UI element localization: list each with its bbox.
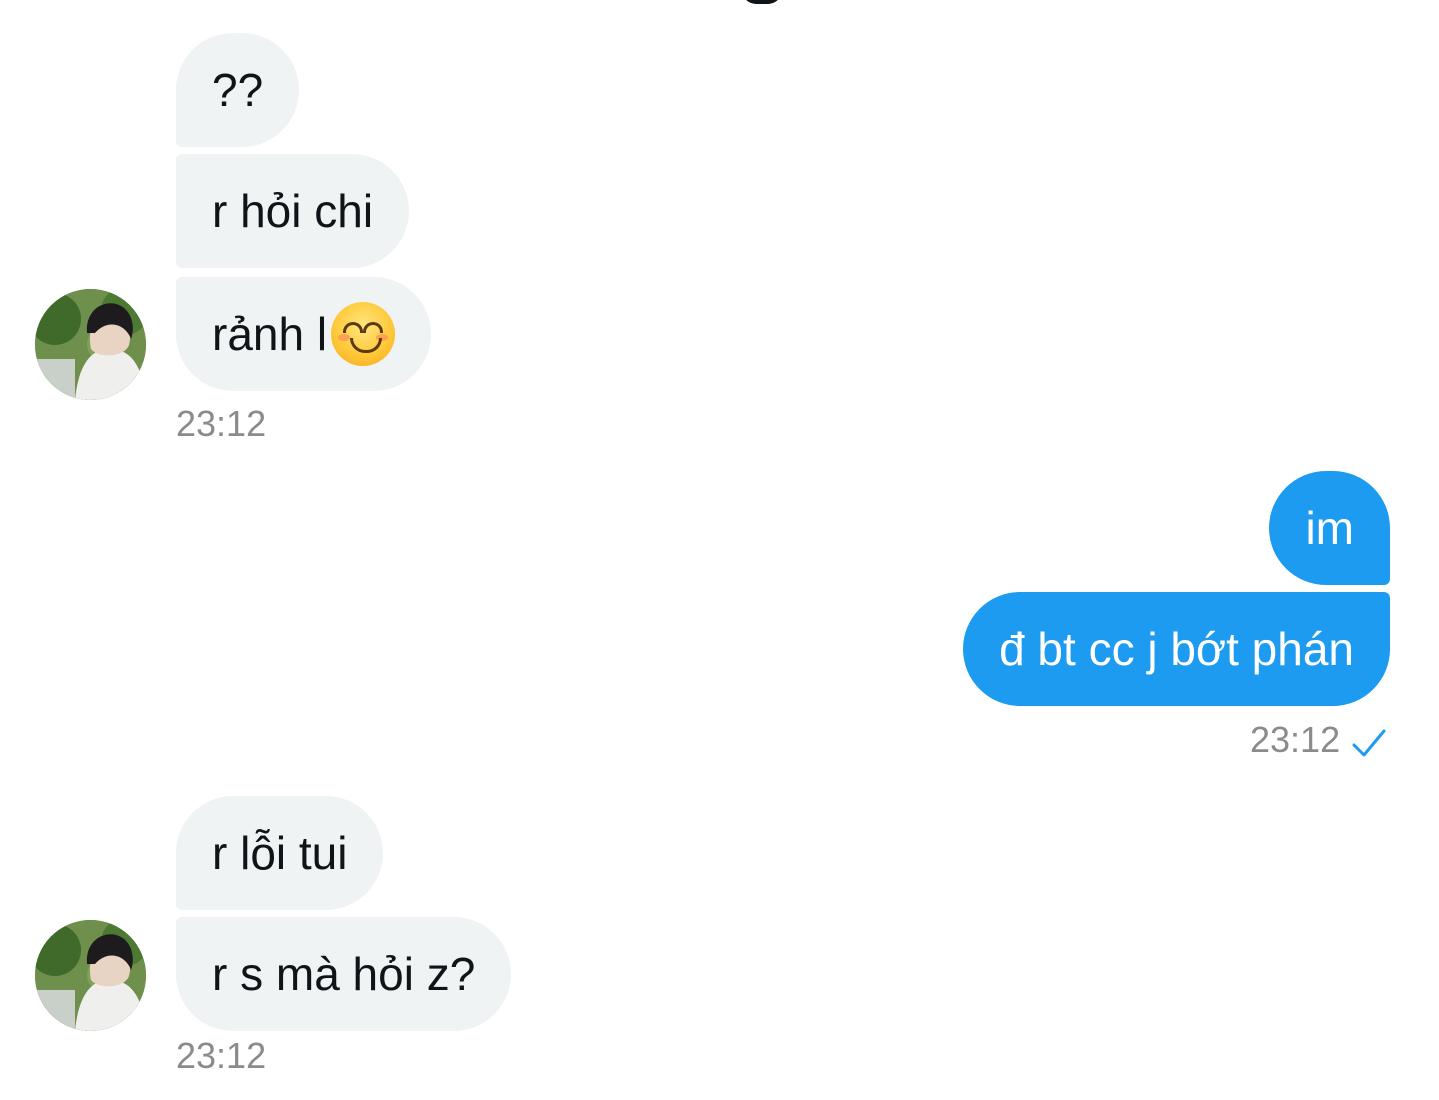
sender-avatar[interactable] — [35, 289, 146, 400]
outgoing-message-bubble[interactable]: đ bt cc j bớt phán — [963, 592, 1390, 706]
sent-check-icon — [1352, 729, 1386, 757]
incoming-message-bubble[interactable]: r hỏi chi — [176, 154, 410, 268]
message-timestamp: 23:12 — [1250, 719, 1341, 760]
outgoing-message-bubble[interactable]: im — [1269, 471, 1390, 585]
avatar-photo-icon — [35, 920, 146, 1031]
message-text: ?? — [212, 64, 264, 116]
incoming-message-bubble[interactable]: r lỗi tui — [176, 796, 384, 910]
avatar-photo-icon — [35, 289, 146, 400]
incoming-message-bubble[interactable]: r s mà hỏi z? — [176, 917, 512, 1031]
incoming-message-bubble[interactable]: rảnh l — [176, 277, 432, 391]
message-timestamp: 23:12 — [176, 1035, 267, 1076]
incoming-message-bubble[interactable]: ?? — [176, 33, 300, 147]
message-timestamp: 23:12 — [176, 403, 267, 444]
message-text: r lỗi tui — [212, 827, 348, 879]
header-fragment — [742, 0, 782, 4]
message-text: im — [1305, 502, 1354, 554]
message-text: r hỏi chi — [212, 185, 374, 237]
message-text: đ bt cc j bớt phán — [999, 623, 1354, 675]
message-text: rảnh l — [212, 308, 328, 360]
smiling-face-emoji-icon — [331, 302, 396, 366]
message-text: r s mà hỏi z? — [212, 948, 476, 1000]
sender-avatar[interactable] — [35, 920, 146, 1031]
